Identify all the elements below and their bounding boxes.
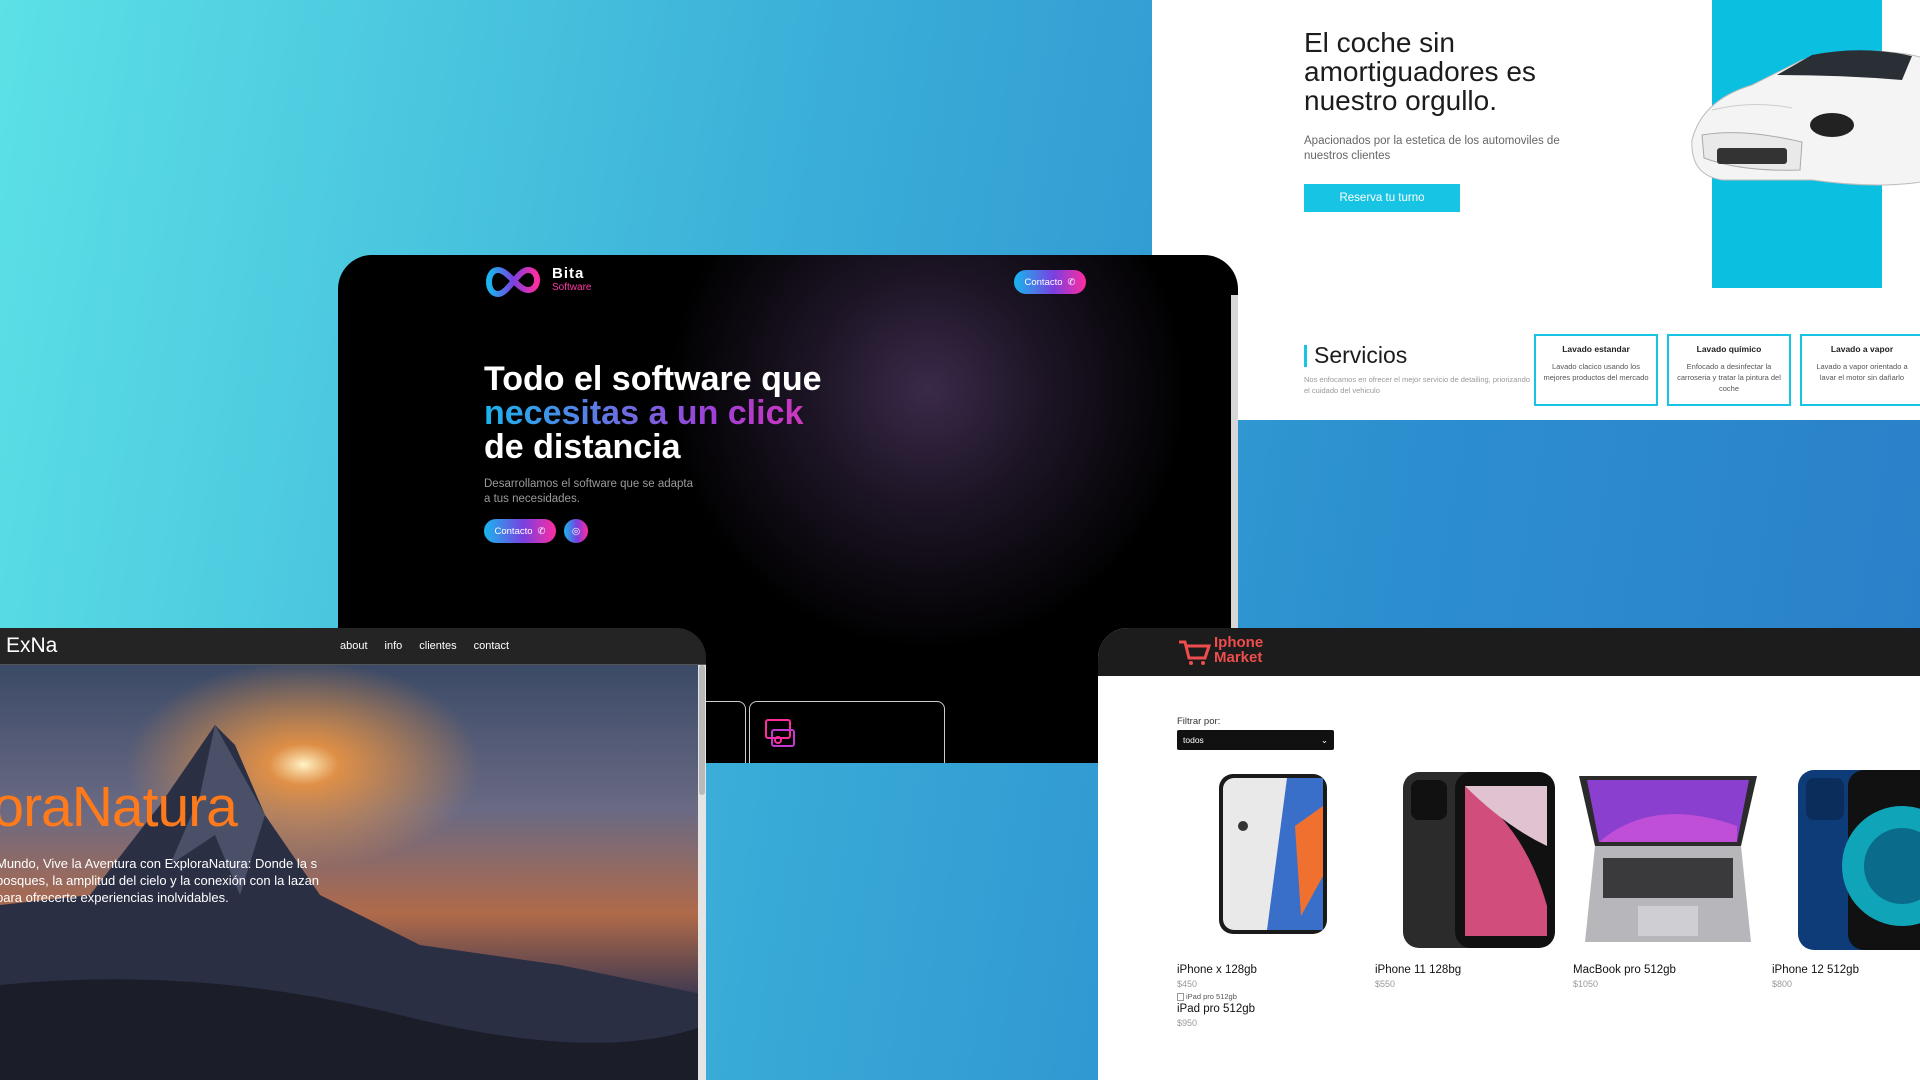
chevron-down-icon: ⌄ <box>1320 734 1328 745</box>
hero-headline: Todo el software que necesitas a un clic… <box>484 362 904 464</box>
brand-line-1: Iphone <box>1214 634 1264 651</box>
iphone-market-page: Iphone Market Filtrar por: todos ⌄ iPhon… <box>1098 628 1920 1080</box>
product-price: $550 <box>1375 979 1396 989</box>
service-card-text: Lavado clacico usando los mejores produc… <box>1543 362 1649 382</box>
navbar: Iphone Market <box>1098 628 1920 676</box>
product-name: MacBook pro 512gb <box>1573 964 1676 976</box>
service-card-standard[interactable]: Lavado estandar Lavado clacico usando lo… <box>1534 334 1658 406</box>
cart-logo-icon[interactable] <box>1177 636 1211 666</box>
filter-label: Filtrar por: <box>1177 716 1221 727</box>
nav-link-about[interactable]: about <box>340 640 368 652</box>
nav-contact-button[interactable]: Contacto ✆ <box>1014 270 1086 294</box>
product-card[interactable]: MacBook pro 512gb $1050 <box>1573 766 1763 989</box>
brand-name: Bita Software <box>552 265 592 295</box>
services-title: Servicios <box>1314 342 1408 368</box>
service-card-title: Lavado químico <box>1696 344 1762 354</box>
brand-logo[interactable]: ExNa <box>6 634 57 658</box>
nav-contact-label: Contacto <box>1024 276 1063 288</box>
nav-link-info[interactable]: info <box>385 640 403 652</box>
product-name: iPad pro 512gb <box>1177 1003 1256 1015</box>
product-price: $950 <box>1177 1018 1198 1028</box>
nav-link-contact[interactable]: contact <box>474 640 509 652</box>
filter-value: todos <box>1183 735 1204 745</box>
payment-icon <box>765 719 795 747</box>
hero-paragraph: Mundo, Vive la Aventura con ExploraNatur… <box>0 856 320 905</box>
whatsapp-icon: ✆ <box>1067 276 1076 288</box>
service-card-text: Lavado a vapor orientado a lavar el moto… <box>1816 362 1908 382</box>
hero-contact-label: Contacto <box>494 525 533 537</box>
hero-contact-button[interactable]: Contacto ✆ <box>484 519 556 543</box>
navbar: ExNa about info clientes contact <box>0 628 706 665</box>
headline-line-3: de distancia <box>484 428 681 466</box>
image-alt-text: iPad pro 512gb <box>1186 992 1237 1001</box>
product-card[interactable]: iPhone 11 128bg $550 <box>1375 766 1565 989</box>
scrollbar-thumb[interactable] <box>699 665 705 795</box>
product-price: $450 <box>1177 979 1198 989</box>
hero-headline: ploraNatura <box>0 775 238 839</box>
service-card-steam[interactable]: Lavado a vapor Lavado a vapor orientado … <box>1800 334 1920 406</box>
car-wash-page: El coche sin amortiguadores es nuestro o… <box>1152 0 1920 420</box>
hero-title: El coche sin amortiguadores es nuestro o… <box>1304 27 1536 116</box>
macbook-pro-image <box>1579 776 1757 942</box>
broken-image-alt: iPad pro 512gb <box>1177 992 1255 1001</box>
book-appointment-button[interactable]: Reserva tu turno <box>1304 184 1460 212</box>
product-price: $1050 <box>1573 979 1599 989</box>
services-description: Nos enfocamos en ofrecer el mejor servic… <box>1304 375 1530 395</box>
headline-line-2: necesitas a un click <box>484 396 904 430</box>
hero-subtitle: Desarrollamos el software que se adapta … <box>484 478 694 505</box>
broken-image-icon <box>1177 992 1184 1001</box>
explora-natura-page: ExNa about info clientes contact ploraNa… <box>0 628 706 1080</box>
hero-subtitle: Apacionados por la estetica de los autom… <box>1304 135 1560 162</box>
white-car-image <box>1691 50 1920 186</box>
service-card-title: Lavado estandar <box>1562 344 1630 354</box>
feature-card[interactable] <box>749 701 945 763</box>
brand-name[interactable]: Iphone Market <box>1214 635 1263 665</box>
infinity-logo-icon <box>486 266 540 298</box>
service-card-chemical[interactable]: Lavado químico Enfocado a desinfectar la… <box>1667 334 1791 406</box>
brand-main: Bita <box>552 265 585 282</box>
brand-sub: Software <box>552 282 592 293</box>
nav-link-clientes[interactable]: clientes <box>419 640 456 652</box>
service-card-title: Lavado a vapor <box>1830 344 1894 354</box>
nav-links: about info clientes contact <box>340 640 509 652</box>
product-card[interactable]: iPhone 12 512gb $800 <box>1772 766 1920 989</box>
product-card[interactable]: iPhone x 128gb $450 <box>1177 766 1367 989</box>
service-card-text: Enfocado a desinfectar la carroseria y t… <box>1677 362 1781 393</box>
services-accent-bar <box>1304 345 1307 367</box>
product-name: iPhone x 128gb <box>1177 964 1257 976</box>
scrollbar[interactable] <box>698 665 706 1080</box>
iphone-x-image <box>1219 774 1327 934</box>
filter-select[interactable]: todos ⌄ <box>1177 730 1334 750</box>
iphone-12-image <box>1798 770 1920 950</box>
instagram-icon: ◎ <box>571 525 581 537</box>
instagram-button[interactable]: ◎ <box>564 519 588 543</box>
product-price: $800 <box>1772 979 1793 989</box>
iphone-11-image <box>1403 772 1555 948</box>
headline-line-1: Todo el software que <box>484 360 822 398</box>
product-name: iPhone 11 128bg <box>1375 964 1462 976</box>
whatsapp-icon: ✆ <box>537 525 546 537</box>
brand-line-2: Market <box>1214 649 1263 666</box>
product-card[interactable]: iPad pro 512gb iPad pro 512gb $950 <box>1177 992 1255 1028</box>
product-name: iPhone 12 512gb <box>1772 964 1859 976</box>
